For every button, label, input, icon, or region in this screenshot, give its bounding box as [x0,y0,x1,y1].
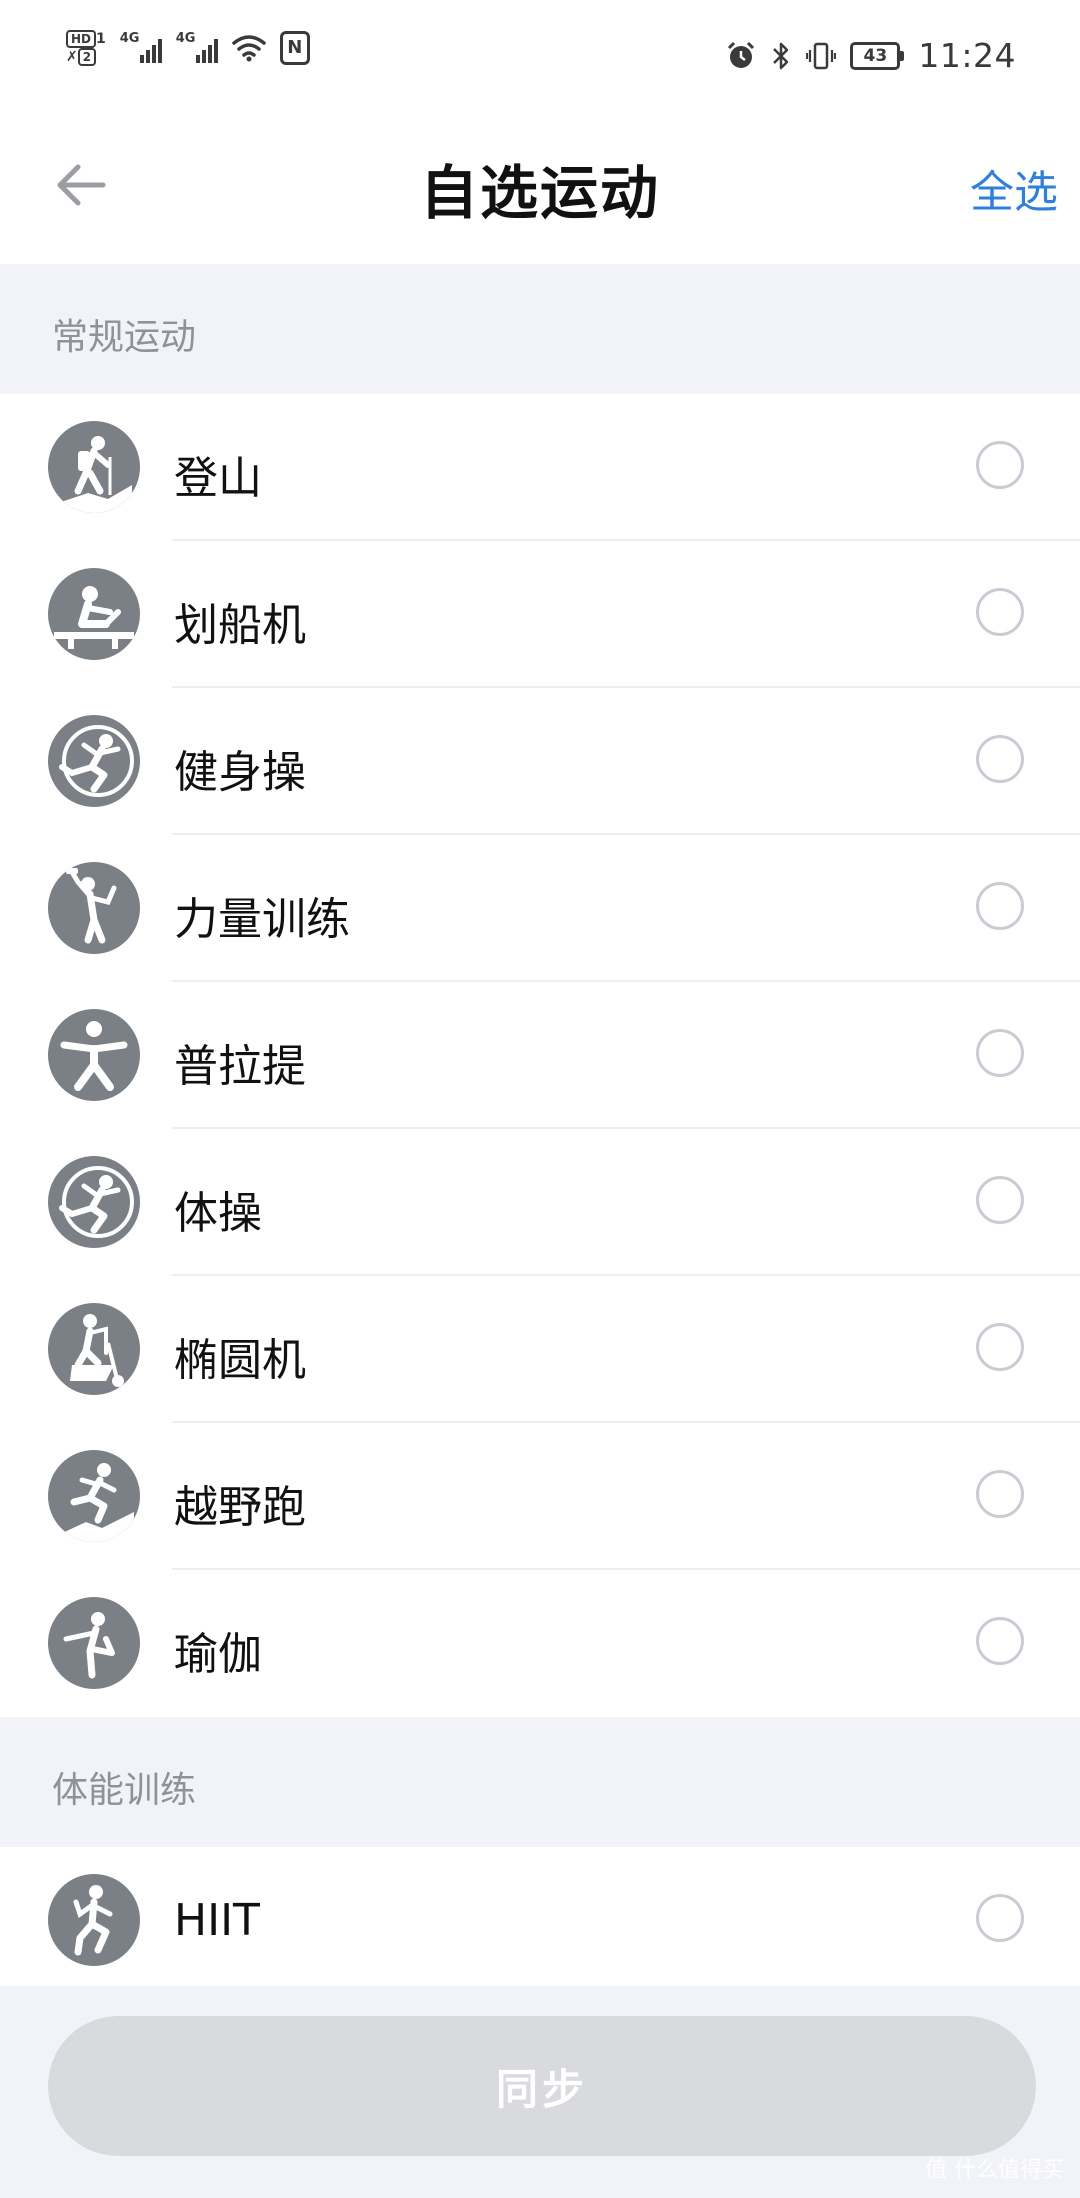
hd-badge: HD [66,30,97,48]
list-item-hiking[interactable]: 登山 [0,394,1080,541]
radio-button[interactable] [976,735,1024,783]
signal-icon: 4G [175,31,218,63]
item-label: 普拉提 [174,1041,306,1092]
radio-button[interactable] [976,1894,1024,1942]
hd-call-indicator: HD 1 ✗ 2 [66,30,106,66]
vibrate-icon [806,42,837,69]
bluetooth-icon [773,42,789,69]
hiit-icon [48,1874,140,1966]
list-item-gymnastics[interactable]: 体操 [0,1129,1080,1276]
list-item-rowing-machine[interactable]: 划船机 [0,541,1080,688]
list-item-pilates[interactable]: 普拉提 [0,982,1080,1129]
app-bar: 自选运动 全选 [0,110,1080,264]
radio-button[interactable] [976,1176,1024,1224]
elliptical-icon [48,1303,140,1395]
radio-button[interactable] [976,882,1024,930]
item-label: 椭圆机 [174,1335,306,1386]
item-label: 瑜伽 [174,1629,262,1680]
status-bar-right: 43 11:24 [726,36,1016,75]
battery-icon: 43 [850,41,905,70]
battery-level: 43 [850,41,901,70]
list-item-strength-training[interactable]: 力量训练 [0,835,1080,982]
signal-2-network-type: 4G [175,31,196,46]
radio-button[interactable] [976,441,1024,489]
hiking-icon [48,421,140,513]
item-label: 力量训练 [174,894,350,945]
item-label: 划船机 [174,600,306,651]
radio-button[interactable] [976,1470,1024,1518]
wifi-icon [232,35,266,62]
rowing-machine-icon [48,568,140,660]
alarm-icon [728,41,755,68]
pilates-icon [48,1009,140,1101]
item-label: 健身操 [174,747,306,798]
radio-button[interactable] [976,1617,1024,1665]
watermark-text: 值 什么值得买 [925,2158,1064,2183]
trail-running-icon [48,1450,140,1542]
item-label: 登山 [174,453,262,504]
strength-training-icon [48,862,140,954]
signal-icon: 4G [119,31,162,63]
select-all-button[interactable]: 全选 [970,156,1058,220]
section-title: 常规运动 [52,317,197,358]
page-title: 自选运动 [419,159,660,227]
item-label: HIIT [174,1895,260,1946]
radio-button[interactable] [976,588,1024,636]
item-label: 越野跑 [174,1482,306,1533]
list-item-yoga[interactable]: 瑜伽 [0,1570,1080,1717]
list-item-trail-running[interactable]: 越野跑 [0,1423,1080,1570]
list-item-aerobics[interactable]: 健身操 [0,688,1080,835]
section-header-fitness: 体能训练 [0,1717,1080,1847]
radio-button[interactable] [976,1029,1024,1077]
section-title: 体能训练 [52,1770,197,1811]
watermark: 值 什么值得买 [925,2152,1064,2184]
gymnastics-icon [48,1156,140,1248]
sport-list: 常规运动 登山 划船机 健身操 力量训练 普拉提 体操 椭圆机 越野跑 瑜伽 体… [0,264,1080,1994]
nfc-icon: N [279,31,310,65]
app-screen: HD 1 ✗ 2 4G 4G N 43 11:24 自选运动 全选 常规运动 登… [0,0,1080,2198]
signal-1-network-type: 4G [119,31,140,46]
status-bar-left: HD 1 ✗ 2 4G 4G N [66,30,310,66]
aerobics-icon [48,715,140,807]
list-item-hiit[interactable]: HIIT [0,1847,1080,1994]
list-item-elliptical[interactable]: 椭圆机 [0,1276,1080,1423]
bottom-action-area: 同步 值 什么值得买 [0,1986,1080,2198]
sim-slot-1-label: 1 [96,31,106,47]
yoga-icon [48,1597,140,1689]
status-time: 11:24 [918,36,1016,75]
radio-button[interactable] [976,1323,1024,1371]
status-bar: HD 1 ✗ 2 4G 4G N 43 11:24 [0,0,1080,110]
sim-slot-2-label: 2 [77,48,97,66]
item-label: 体操 [174,1188,262,1239]
sync-button[interactable]: 同步 [48,2016,1036,2156]
section-header-regular: 常规运动 [0,264,1080,394]
